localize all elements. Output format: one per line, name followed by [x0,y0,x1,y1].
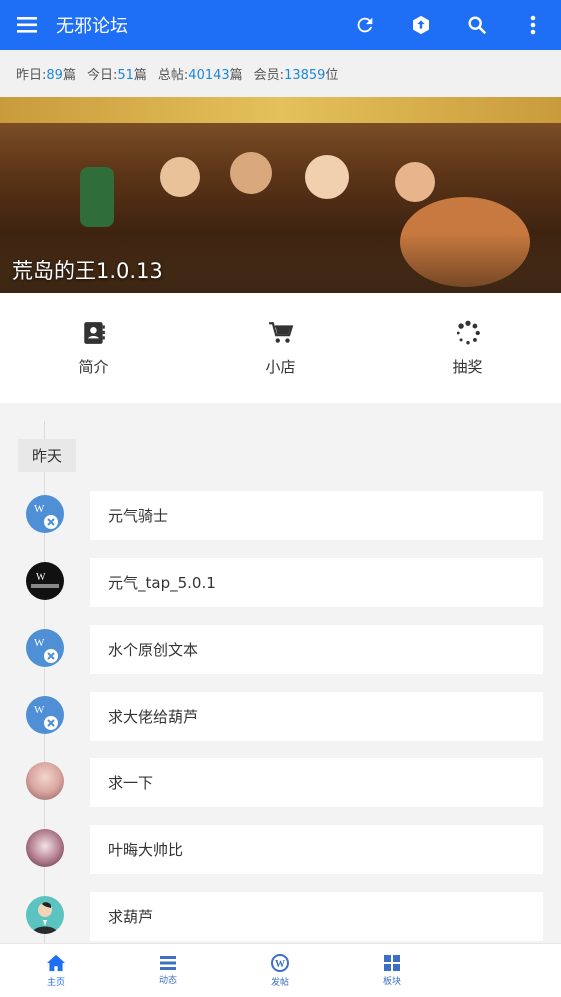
svg-text:W: W [34,704,45,716]
banner-figure [305,155,349,199]
quick-lottery[interactable]: 抽奖 [374,293,561,403]
stat-members: 会员:13859位 [253,68,339,83]
app-title: 无邪论坛 [56,16,128,37]
svg-text:W: W [34,637,45,649]
list-item: 叶晦大帅比 [0,825,561,875]
svg-text:W: W [36,572,46,583]
post-card[interactable]: 求葫芦 [90,892,543,941]
stat-today: 今日:51篇 [86,68,147,83]
featured-banner[interactable]: 荒岛的王1.0.13 [0,97,561,293]
banner-caption: 荒岛的王1.0.13 [12,259,163,283]
anime-character-avatar[interactable] [26,829,64,867]
list-icon [160,955,176,970]
quick-intro[interactable]: 简介 [0,293,187,403]
post-card[interactable]: 求大佬给葫芦 [90,692,543,741]
contacts-icon [83,321,105,344]
search-button[interactable] [449,0,505,50]
anime-girl-avatar[interactable] [26,762,64,800]
quick-intro-label: 简介 [78,357,109,376]
post-card[interactable]: 求一下 [90,758,543,807]
more-icon [530,15,536,35]
stat-total: 总帖:40143篇 [157,68,243,83]
list-item: 求葫芦 [0,892,561,942]
tab-post[interactable]: W 发帖 [224,944,336,997]
forum-stats: 昨日:89篇 今日:51篇 总帖:40143篇 会员:13859位 [0,50,561,97]
tab-boards-label: 板块 [382,976,401,987]
person-avatar[interactable] [26,896,64,934]
list-item: W 求大佬给葫芦 [0,692,561,742]
wx-logo-icon: W [34,704,58,730]
refresh-icon [357,17,373,33]
search-icon [468,16,487,35]
dark-logo-icon: W [31,572,59,588]
post-timeline: 昨天 W 元气骑士 W 元气_tap_5.0.1 W 水个原创文本 W 求大佬给… [0,403,561,943]
post-card[interactable]: 元气骑士 [90,491,543,540]
svg-text:W: W [275,959,285,970]
wx-avatar[interactable]: W [26,696,64,734]
tab-post-label: 发帖 [270,977,289,988]
app-bar: 无邪论坛 [0,0,561,50]
wx-avatar[interactable]: W [26,495,64,533]
person-icon [32,902,58,934]
upload-button[interactable] [393,0,449,50]
home-icon [47,954,65,971]
svg-text:W: W [34,503,45,515]
quick-shop-label: 小店 [265,357,296,376]
quick-shop[interactable]: 小店 [187,293,374,403]
tab-home-label: 主页 [46,977,65,988]
menu-button[interactable] [0,0,56,50]
list-item: W 水个原创文本 [0,625,561,675]
quick-lottery-label: 抽奖 [452,357,483,376]
banner-figure [230,152,272,194]
post-card[interactable]: 叶晦大帅比 [90,825,543,874]
quick-nav: 简介 小店 抽奖 [0,293,561,403]
upload-icon [413,15,429,35]
wx-logo-icon: W [34,637,58,663]
banner-figure [160,157,200,197]
stat-yesterday: 昨日:89篇 [16,68,76,83]
list-item: 求一下 [0,758,561,808]
wx-avatar[interactable]: W [26,629,64,667]
wx-logo-icon: W [34,503,58,529]
wordpress-icon: W [271,953,289,972]
list-item: W 元气_tap_5.0.1 [0,558,561,608]
more-button[interactable] [505,0,561,50]
tab-home[interactable]: 主页 [0,944,112,997]
dark-avatar[interactable]: W [26,562,64,600]
menu-icon [17,17,37,33]
tab-feed[interactable]: 动态 [112,944,224,997]
banner-figure [80,167,114,227]
spinner-icon [456,320,480,344]
list-item: W 元气骑士 [0,491,561,541]
bottom-nav: 主页 动态 W 发帖 板块 [0,943,561,997]
post-card[interactable]: 水个原创文本 [90,625,543,674]
banner-title-strip [0,97,561,123]
grid-icon [384,954,400,971]
post-card[interactable]: 元气_tap_5.0.1 [90,558,543,607]
cart-icon [268,321,293,343]
timeline-day-label: 昨天 [18,439,76,472]
refresh-button[interactable] [337,0,393,50]
banner-figure [395,162,435,202]
tab-boards[interactable]: 板块 [336,944,448,997]
tab-feed-label: 动态 [158,975,177,986]
